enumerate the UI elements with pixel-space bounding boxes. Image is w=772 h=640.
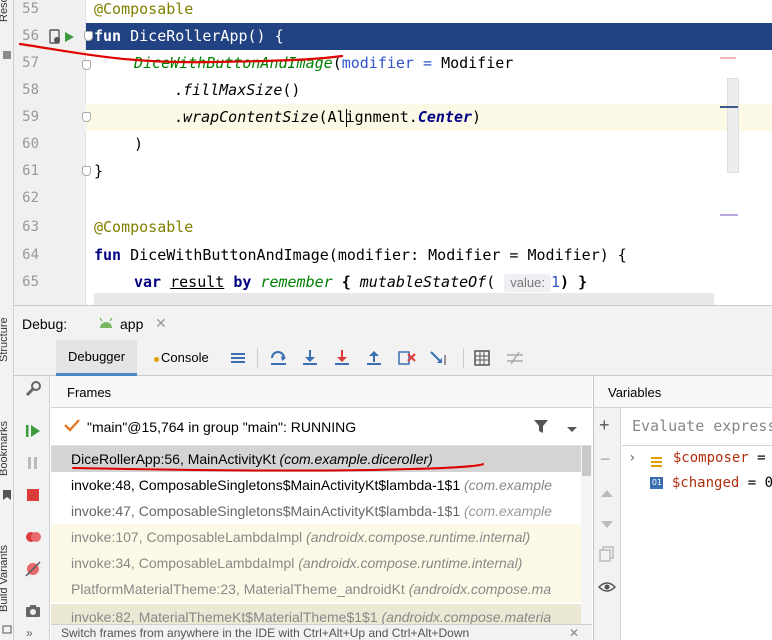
run-to-cursor-icon[interactable] (430, 350, 446, 366)
frame-row[interactable]: invoke:34, ComposableLambdaImpl (android… (51, 550, 581, 576)
move-down-icon[interactable] (600, 518, 614, 533)
variables-panel-header: Variables (593, 376, 772, 408)
bookmarks-tab[interactable]: Bookmarks (0, 421, 10, 476)
evaluate-expression-input[interactable]: Evaluate express (622, 408, 772, 446)
chevron-down-icon[interactable] (566, 422, 578, 437)
close-icon[interactable]: ✕ (569, 625, 579, 640)
code-editor[interactable]: 55 @Composable 56 fun DiceRollerApp() { … (14, 0, 772, 305)
step-over-icon[interactable] (270, 350, 286, 366)
debug-label: Debug: (22, 316, 68, 332)
view-eye-icon[interactable] (597, 580, 617, 597)
frame-row[interactable]: PlatformMaterialTheme:23, MaterialTheme_… (51, 576, 581, 602)
frames-hint-bar: Switch frames from anywhere in the IDE w… (51, 624, 592, 640)
console-icon (154, 357, 159, 362)
add-watch-icon[interactable]: + (599, 416, 610, 434)
more-actions-icon[interactable]: » (26, 626, 33, 640)
debug-tool-window-header: Debug: app ✕ (14, 305, 772, 340)
structure-tab[interactable]: Structure (0, 317, 10, 362)
frames-title: Frames (67, 385, 112, 400)
scroll-thumb[interactable] (582, 446, 591, 476)
debug-actions-sidebar: » (14, 340, 50, 640)
variable-row[interactable]: › $composer = (628, 446, 772, 470)
close-icon[interactable]: ✕ (155, 315, 167, 332)
filter-icon[interactable] (533, 418, 549, 437)
pause-icon[interactable] (24, 454, 42, 475)
object-icon (650, 452, 664, 467)
resume-icon[interactable] (24, 422, 42, 443)
frames-scrollbar[interactable] (581, 446, 592, 624)
tab-debugger[interactable]: Debugger (56, 340, 138, 376)
stop-icon[interactable] (24, 486, 42, 507)
drop-frame-icon[interactable] (398, 350, 416, 366)
toolbar-separator (463, 348, 464, 368)
primitive-icon: 01 (650, 477, 664, 489)
resource-manager-tab[interactable]: Resource (0, 0, 10, 22)
frames-hint-text: Switch frames from anywhere in the IDE w… (61, 626, 470, 640)
duplicate-watch-icon[interactable] (599, 546, 615, 565)
thread-selector[interactable]: "main"@15,764 in group "main": RUNNING (51, 408, 592, 446)
resource-icon (2, 48, 12, 59)
checkmark-icon (63, 417, 81, 436)
trace-current-stream-icon[interactable] (506, 350, 523, 366)
force-step-into-icon[interactable] (334, 350, 350, 366)
frames-panel-header: Frames (51, 376, 592, 408)
variable-row[interactable]: 01 $changed = 0 (628, 471, 772, 495)
view-breakpoints-icon[interactable] (24, 528, 42, 549)
chevron-right-icon[interactable]: › (628, 446, 642, 470)
android-icon (98, 316, 114, 333)
move-up-icon[interactable] (600, 486, 614, 501)
step-out-icon[interactable] (366, 350, 382, 366)
left-tool-strip: Resource Structure Bookmarks Build Varia… (0, 0, 14, 640)
bookmark-icon (2, 488, 12, 500)
red-underline-annotation (18, 42, 344, 64)
build-variants-icon (2, 622, 12, 634)
layout-menu-icon[interactable] (230, 350, 246, 366)
variables-title: Variables (608, 385, 662, 400)
red-underline-annotation (72, 463, 484, 472)
camera-icon[interactable] (24, 602, 42, 623)
frame-row[interactable]: invoke:82, MaterialThemeKt$MaterialTheme… (51, 604, 581, 624)
evaluate-placeholder: Evaluate express (632, 417, 772, 435)
evaluate-expression-icon[interactable] (474, 350, 490, 366)
tab-console[interactable]: Console (154, 350, 209, 365)
step-into-icon[interactable] (302, 350, 318, 366)
debugger-toolbar: Debugger Console (14, 340, 772, 376)
frame-row[interactable]: invoke:47, ComposableSingletons$MainActi… (51, 498, 581, 524)
variables-toolbar: + − (593, 408, 621, 640)
run-config-tab[interactable]: app (120, 316, 143, 332)
settings-wrench-icon[interactable] (24, 380, 42, 401)
toolbar-separator (257, 348, 258, 368)
frames-list: DiceRollerApp:56, MainActivityKt (com.ex… (51, 446, 581, 624)
mute-breakpoints-icon[interactable] (24, 560, 42, 581)
frame-row[interactable]: invoke:107, ComposableLambdaImpl (androi… (51, 524, 581, 550)
thread-label: "main"@15,764 in group "main": RUNNING (87, 419, 357, 435)
build-variants-tab[interactable]: Build Variants (0, 545, 10, 612)
remove-watch-icon[interactable]: − (600, 450, 611, 468)
